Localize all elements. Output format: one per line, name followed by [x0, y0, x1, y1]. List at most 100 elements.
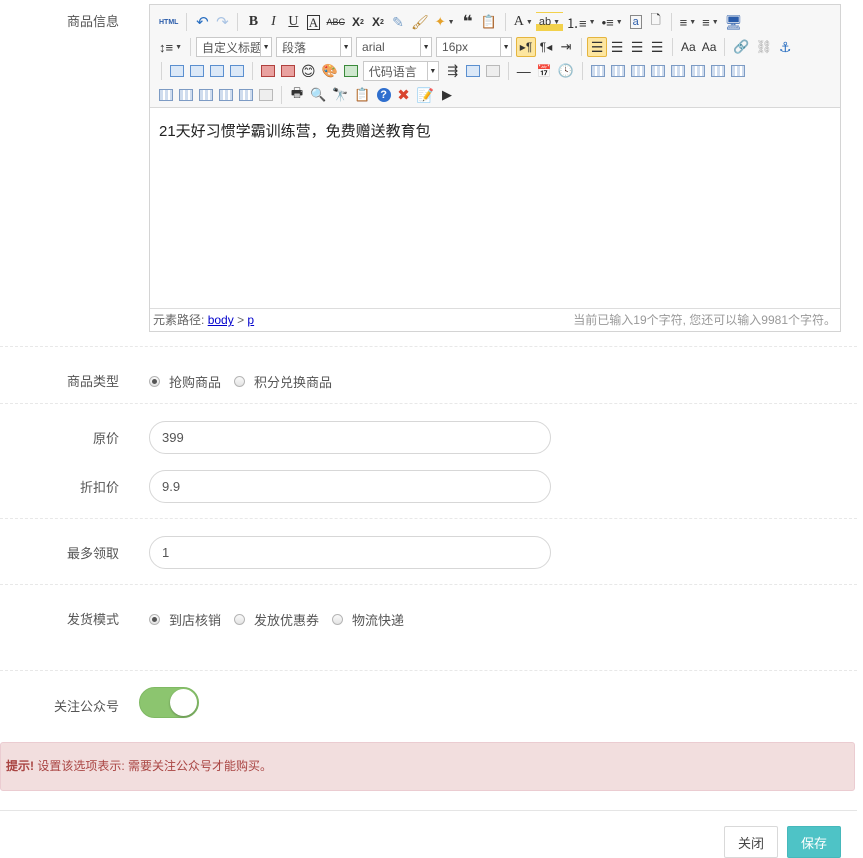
rtl-direction-icon[interactable]: ¶◂ [536, 37, 556, 57]
anchor-icon[interactable]: ⚓ [775, 37, 795, 57]
strikethrough-icon[interactable]: ABC [323, 12, 348, 32]
row-spacing-top-icon[interactable]: ≡ ▼ [677, 12, 700, 32]
background-color-icon[interactable]: ab ▼ [535, 12, 564, 32]
html-source-button[interactable]: HTML [156, 12, 181, 32]
link-icon[interactable]: 🔗 [730, 37, 752, 57]
radio-points-exchange[interactable]: 积分兑换商品 [234, 372, 332, 391]
chart-icon[interactable] [256, 85, 276, 105]
insert-video-icon[interactable]: ▶ [437, 85, 457, 105]
split-to-rows-icon[interactable] [216, 85, 236, 105]
format-brush-icon[interactable]: 🖌 [408, 12, 432, 32]
split-to-cells-icon[interactable] [196, 85, 216, 105]
path-body-link[interactable]: body [208, 313, 234, 327]
align-right-icon[interactable]: ☰ [627, 37, 647, 57]
scrawl-icon[interactable]: 🎨 [319, 61, 341, 81]
emotion-icon[interactable]: 😊 [298, 61, 319, 81]
horizontal-rule-icon[interactable]: — [514, 61, 534, 81]
page-break-icon[interactable]: ⇶ [443, 61, 463, 81]
radio-button[interactable] [149, 376, 160, 387]
original-price-input[interactable] [149, 421, 551, 454]
merge-cells-icon[interactable] [728, 61, 748, 81]
unlink-icon[interactable]: ⛓ [753, 37, 776, 57]
custom-style-select[interactable]: 自定义标题 ▼ [196, 37, 273, 57]
indent-icon[interactable]: ⇥ [556, 37, 576, 57]
radio-button[interactable] [234, 614, 246, 625]
paste-word-icon[interactable]: 📋 [351, 85, 373, 105]
font-size-select[interactable]: 16px ▼ [436, 37, 513, 57]
lowercase-icon[interactable]: Aa [699, 37, 720, 57]
uppercase-icon[interactable]: Aa [678, 37, 699, 57]
radio-store-verify[interactable]: 到店核销 [149, 610, 221, 629]
radio-flash-sale[interactable]: 抢购商品 [149, 372, 221, 391]
italic-icon[interactable]: I [263, 12, 283, 32]
line-height-icon[interactable]: ↕≡ ▼ [156, 37, 185, 57]
word-image-icon[interactable]: 📝 [414, 85, 437, 105]
close-button[interactable]: 关闭 [724, 826, 778, 858]
insert-row-icon[interactable] [648, 61, 668, 81]
eraser-icon[interactable]: ✎ [388, 12, 408, 32]
delete-table-icon[interactable] [608, 61, 628, 81]
redo-icon[interactable]: ↷ [212, 12, 232, 32]
delete-row-icon[interactable] [668, 61, 688, 81]
rich-text-editor[interactable]: HTML ↶ ↷ B I U A ABC X2 X2 ✎ 🖌 ✦ ▼ ❝ 📋 A ▼… [149, 4, 841, 332]
ordered-list-icon[interactable]: ⒈≡ ▼ [563, 12, 599, 32]
subscript-icon[interactable]: X2 [368, 12, 388, 32]
undo-icon[interactable]: ↶ [192, 12, 212, 32]
follow-account-toggle[interactable] [139, 687, 199, 718]
background-icon[interactable] [483, 61, 503, 81]
radio-issue-coupon[interactable]: 发放优惠券 [234, 610, 319, 629]
ltr-direction-icon[interactable]: ▸¶ [516, 37, 537, 57]
insert-table-icon[interactable] [588, 61, 608, 81]
font-family-select[interactable]: arial ▼ [356, 37, 433, 57]
blockquote-icon[interactable]: ❝ [458, 12, 478, 32]
insert-frame-icon[interactable] [341, 61, 361, 81]
date-icon[interactable]: 📅 [534, 61, 555, 81]
bold-icon[interactable]: B [243, 12, 263, 32]
path-p-link[interactable]: p [247, 313, 254, 327]
split-to-cols-icon[interactable] [236, 85, 256, 105]
drafts-icon[interactable]: ✖ [394, 85, 414, 105]
paragraph-select[interactable]: 段落 ▼ [276, 37, 353, 57]
preview-search-icon[interactable]: 🔍 [307, 85, 329, 105]
align-center-icon[interactable]: ☰ [607, 37, 627, 57]
radio-button[interactable] [332, 614, 344, 625]
underline-icon[interactable]: U [283, 12, 303, 32]
print-icon[interactable]: 🖶 [287, 85, 307, 105]
preview-icon[interactable]: 🖥 [722, 12, 746, 32]
editor-content[interactable]: 21天好习惯学霸训练营，免费赠送教育包 [150, 108, 840, 308]
time-icon[interactable]: 🕓 [555, 61, 577, 81]
discount-price-input[interactable] [149, 470, 551, 503]
insert-image-icon[interactable] [278, 61, 298, 81]
merge-down-icon[interactable] [176, 85, 196, 105]
radio-logistics-express[interactable]: 物流快递 [332, 610, 404, 629]
simple-upload-icon[interactable] [258, 61, 278, 81]
auto-format-icon[interactable]: ✦ ▼ [432, 12, 458, 32]
insert-paragraph-before-table-icon[interactable] [628, 61, 648, 81]
help-icon[interactable]: ? [374, 85, 394, 105]
align-justify-icon[interactable]: ☰ [647, 37, 667, 57]
merge-right-icon[interactable] [156, 85, 176, 105]
search-replace-icon[interactable]: 🔭 [329, 85, 351, 105]
image-center-icon[interactable] [227, 61, 247, 81]
radio-button[interactable] [234, 376, 246, 387]
clear-doc-icon[interactable]: 🗋 [646, 12, 666, 32]
font-color-icon[interactable]: A ▼ [511, 12, 536, 32]
image-left-icon[interactable] [187, 61, 207, 81]
select-all-icon[interactable]: a [626, 12, 646, 32]
row-spacing-bottom-icon[interactable]: ≡ ▼ [699, 12, 722, 32]
template-icon[interactable] [463, 61, 483, 81]
font-border-icon[interactable]: A [303, 12, 323, 32]
align-left-icon[interactable]: ☰ [587, 37, 608, 57]
superscript-icon[interactable]: X2 [348, 12, 368, 32]
image-right-icon[interactable] [207, 61, 227, 81]
toolbar-separator [504, 13, 506, 31]
code-language-select[interactable]: 代码语言 ▼ [362, 61, 439, 81]
paste-plain-icon[interactable]: 📋 [478, 12, 500, 32]
unordered-list-icon[interactable]: •≡ ▼ [599, 12, 626, 32]
insert-col-icon[interactable] [688, 61, 708, 81]
max-claim-input[interactable] [149, 536, 551, 569]
delete-col-icon[interactable] [708, 61, 728, 81]
radio-button[interactable] [149, 614, 160, 625]
image-none-icon[interactable] [167, 61, 187, 81]
save-button[interactable]: 保存 [787, 826, 841, 858]
